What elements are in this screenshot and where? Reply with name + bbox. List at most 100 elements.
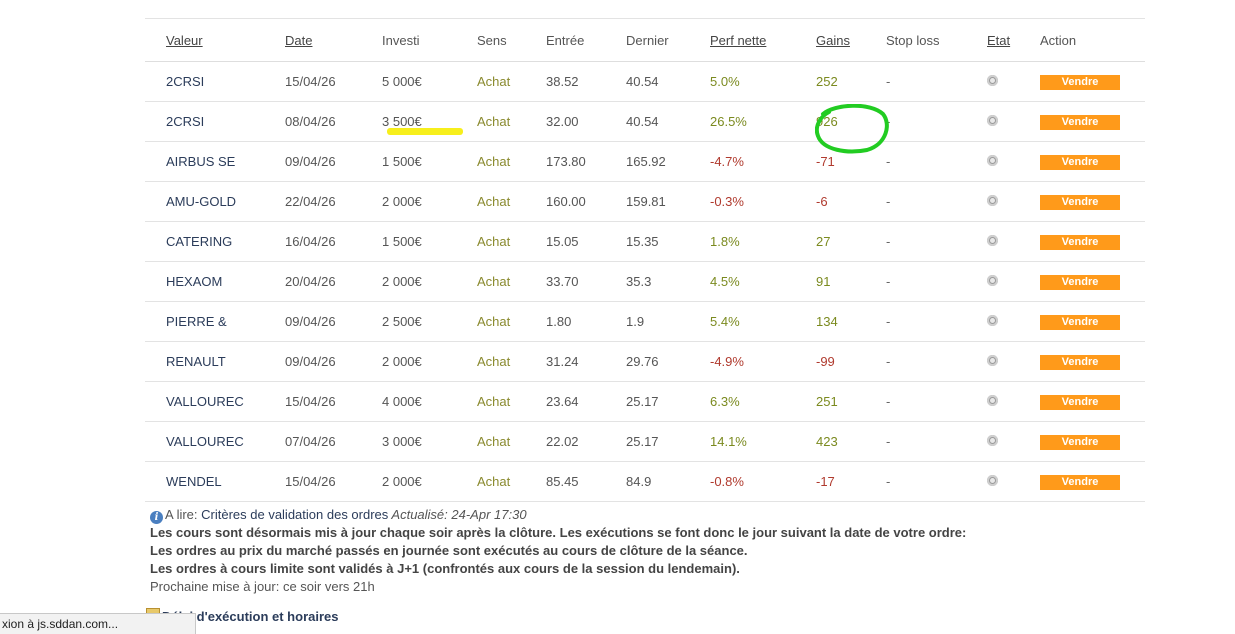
portfolio-panel: Valeur Date Investi Sens Entrée Dernier … bbox=[145, 18, 1145, 502]
cell-entree: 85.45 bbox=[546, 461, 626, 502]
sell-button[interactable]: Vendre bbox=[1040, 475, 1120, 490]
col-valeur[interactable]: Valeur bbox=[145, 18, 285, 62]
cell-valeur[interactable]: CATERING bbox=[145, 221, 285, 262]
cell-dernier: 15.35 bbox=[626, 221, 710, 262]
sell-button[interactable]: Vendre bbox=[1040, 435, 1120, 450]
sell-button[interactable]: Vendre bbox=[1040, 355, 1120, 370]
cell-perf: -0.3% bbox=[710, 181, 816, 222]
cell-valeur[interactable]: PIERRE & bbox=[145, 301, 285, 342]
cell-entree: 22.02 bbox=[546, 421, 626, 462]
cell-action: Vendre bbox=[1040, 461, 1145, 502]
cell-dernier: 159.81 bbox=[626, 181, 710, 222]
cell-sens: Achat bbox=[477, 61, 546, 102]
sell-button[interactable]: Vendre bbox=[1040, 315, 1120, 330]
table-row: 2CRSI 15/04/26 5 000€ Achat 38.52 40.54 5.0% 25… bbox=[145, 61, 1145, 102]
sell-button[interactable]: Vendre bbox=[1040, 275, 1120, 290]
col-action: Action bbox=[1040, 18, 1145, 62]
cell-investi: 4 000€ bbox=[382, 381, 477, 422]
table-row: WENDEL 15/04/26 2 000€ Achat 85.45 84.9 -0.8% -… bbox=[145, 461, 1145, 502]
gear-icon[interactable] bbox=[987, 155, 998, 166]
col-gains[interactable]: Gains bbox=[816, 18, 886, 62]
cell-valeur[interactable]: RENAULT bbox=[145, 341, 285, 382]
cell-dernier: 25.17 bbox=[626, 421, 710, 462]
cell-action: Vendre bbox=[1040, 221, 1145, 262]
cell-gains: 252 bbox=[816, 61, 886, 102]
gear-icon[interactable] bbox=[987, 435, 998, 446]
col-etat[interactable]: Etat bbox=[987, 18, 1040, 62]
sell-button[interactable]: Vendre bbox=[1040, 115, 1120, 130]
gear-icon[interactable] bbox=[987, 235, 998, 246]
cell-date: 15/04/26 bbox=[285, 461, 382, 502]
cell-sens: Achat bbox=[477, 221, 546, 262]
cell-stop-loss: - bbox=[886, 141, 987, 182]
col-investi: Investi bbox=[382, 18, 477, 62]
cell-valeur[interactable]: VALLOUREC bbox=[145, 381, 285, 422]
cell-entree: 33.70 bbox=[546, 261, 626, 302]
cell-perf: 4.5% bbox=[710, 261, 816, 302]
cell-entree: 31.24 bbox=[546, 341, 626, 382]
cell-gains: -17 bbox=[816, 461, 886, 502]
table-row: VALLOUREC 15/04/26 4 000€ Achat 23.64 25.17 6.… bbox=[145, 381, 1145, 422]
table-row: PIERRE & 09/04/26 2 500€ Achat 1.80 1.9 5.4% 13… bbox=[145, 301, 1145, 342]
cell-sens: Achat bbox=[477, 141, 546, 182]
cell-valeur[interactable]: AIRBUS SE bbox=[145, 141, 285, 182]
cell-perf: 26.5% bbox=[710, 101, 816, 142]
cell-valeur[interactable]: HEXAOM bbox=[145, 261, 285, 302]
yellow-highlight-mark bbox=[387, 128, 463, 135]
cell-valeur[interactable]: VALLOUREC bbox=[145, 421, 285, 462]
cell-sens: Achat bbox=[477, 381, 546, 422]
gear-icon[interactable] bbox=[987, 75, 998, 86]
cell-sens: Achat bbox=[477, 341, 546, 382]
cell-action: Vendre bbox=[1040, 381, 1145, 422]
sell-button[interactable]: Vendre bbox=[1040, 75, 1120, 90]
cell-gains: 134 bbox=[816, 301, 886, 342]
cell-date: 08/04/26 bbox=[285, 101, 382, 142]
cell-stop-loss: - bbox=[886, 101, 987, 142]
cell-investi: 2 000€ bbox=[382, 341, 477, 382]
sell-button[interactable]: Vendre bbox=[1040, 235, 1120, 250]
cell-investi: 2 000€ bbox=[382, 181, 477, 222]
gear-icon[interactable] bbox=[987, 475, 998, 486]
cell-investi: 3 500€ bbox=[382, 101, 477, 142]
gear-icon[interactable] bbox=[987, 115, 998, 126]
cell-dernier: 25.17 bbox=[626, 381, 710, 422]
cell-valeur[interactable]: 2CRSI bbox=[145, 101, 285, 142]
sell-button[interactable]: Vendre bbox=[1040, 155, 1120, 170]
cell-date: 15/04/26 bbox=[285, 61, 382, 102]
col-date[interactable]: Date bbox=[285, 18, 382, 62]
cell-sens: Achat bbox=[477, 101, 546, 142]
cell-stop-loss: - bbox=[886, 461, 987, 502]
gear-icon[interactable] bbox=[987, 395, 998, 406]
sell-button[interactable]: Vendre bbox=[1040, 195, 1120, 210]
sell-button[interactable]: Vendre bbox=[1040, 395, 1120, 410]
gear-icon[interactable] bbox=[987, 315, 998, 326]
cell-dernier: 40.54 bbox=[626, 61, 710, 102]
cell-entree: 38.52 bbox=[546, 61, 626, 102]
col-perf[interactable]: Perf nette bbox=[710, 18, 816, 62]
cell-etat bbox=[987, 61, 1040, 102]
cell-date: 15/04/26 bbox=[285, 381, 382, 422]
gear-icon[interactable] bbox=[987, 355, 998, 366]
cell-etat bbox=[987, 221, 1040, 262]
cell-sens: Achat bbox=[477, 261, 546, 302]
cell-valeur[interactable]: AMU-GOLD bbox=[145, 181, 285, 222]
info-prefix: A lire: bbox=[165, 507, 202, 522]
gear-icon[interactable] bbox=[987, 275, 998, 286]
cell-action: Vendre bbox=[1040, 421, 1145, 462]
table-row: 2CRSI 08/04/26 3 500€ Achat 32.00 40.54 26.5% 9… bbox=[145, 101, 1145, 142]
cell-entree: 15.05 bbox=[546, 221, 626, 262]
cell-gains: 251 bbox=[816, 381, 886, 422]
cell-date: 22/04/26 bbox=[285, 181, 382, 222]
cell-stop-loss: - bbox=[886, 61, 987, 102]
validation-criteria-link[interactable]: Critères de validation des ordres bbox=[201, 507, 388, 522]
gear-icon[interactable] bbox=[987, 195, 998, 206]
cell-date: 20/04/26 bbox=[285, 261, 382, 302]
cell-valeur[interactable]: WENDEL bbox=[145, 461, 285, 502]
portfolio-table: Valeur Date Investi Sens Entrée Dernier … bbox=[145, 18, 1145, 502]
cell-sens: Achat bbox=[477, 421, 546, 462]
cell-stop-loss: - bbox=[886, 421, 987, 462]
cell-gains: -6 bbox=[816, 181, 886, 222]
cell-stop-loss: - bbox=[886, 181, 987, 222]
cell-valeur[interactable]: 2CRSI bbox=[145, 61, 285, 102]
cell-perf: -0.8% bbox=[710, 461, 816, 502]
